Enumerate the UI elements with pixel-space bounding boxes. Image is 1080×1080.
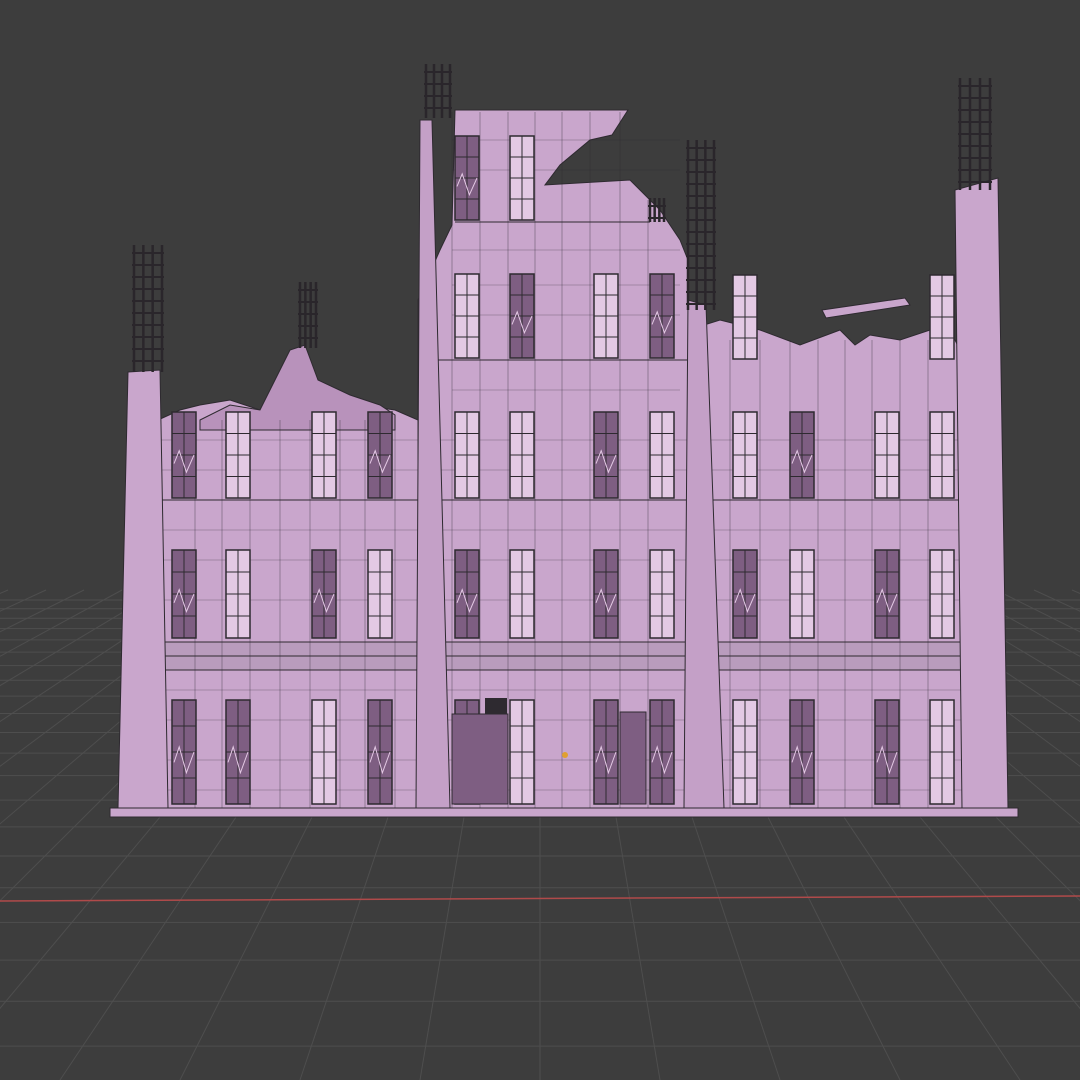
window [225, 411, 251, 499]
object-origin-dot[interactable] [562, 752, 568, 758]
window [874, 549, 900, 639]
window [789, 549, 815, 639]
window [509, 411, 535, 499]
window [367, 549, 393, 639]
building-base-slab [109, 807, 1019, 818]
viewport-canvas[interactable] [0, 0, 1080, 1080]
window [509, 549, 535, 639]
3d-viewport[interactable] [0, 0, 1080, 1080]
window [509, 135, 535, 221]
window [367, 411, 393, 499]
window [311, 549, 337, 639]
window [593, 699, 619, 805]
window [225, 549, 251, 639]
window [732, 411, 758, 499]
window [171, 699, 197, 805]
window [929, 549, 955, 639]
window [789, 411, 815, 499]
window [454, 273, 480, 359]
window [929, 274, 955, 360]
window [509, 699, 535, 805]
window [454, 135, 480, 221]
window [454, 549, 480, 639]
window [649, 411, 675, 499]
main-door-recess[interactable] [451, 713, 509, 805]
window [874, 699, 900, 805]
window [732, 549, 758, 639]
window [732, 699, 758, 805]
window [929, 699, 955, 805]
window [225, 699, 251, 805]
window [874, 411, 900, 499]
window [311, 411, 337, 499]
window [593, 549, 619, 639]
right-wing-wall [687, 319, 966, 809]
window [929, 411, 955, 499]
window [593, 273, 619, 359]
window [593, 411, 619, 499]
window [509, 273, 535, 359]
window [732, 274, 758, 360]
window [649, 699, 675, 805]
window [367, 699, 393, 805]
window [649, 549, 675, 639]
side-door-recess[interactable] [619, 711, 647, 805]
window [171, 411, 197, 499]
window [171, 549, 197, 639]
window [789, 699, 815, 805]
window [649, 273, 675, 359]
door-top-block [485, 698, 507, 714]
window [454, 411, 480, 499]
window [311, 699, 337, 805]
